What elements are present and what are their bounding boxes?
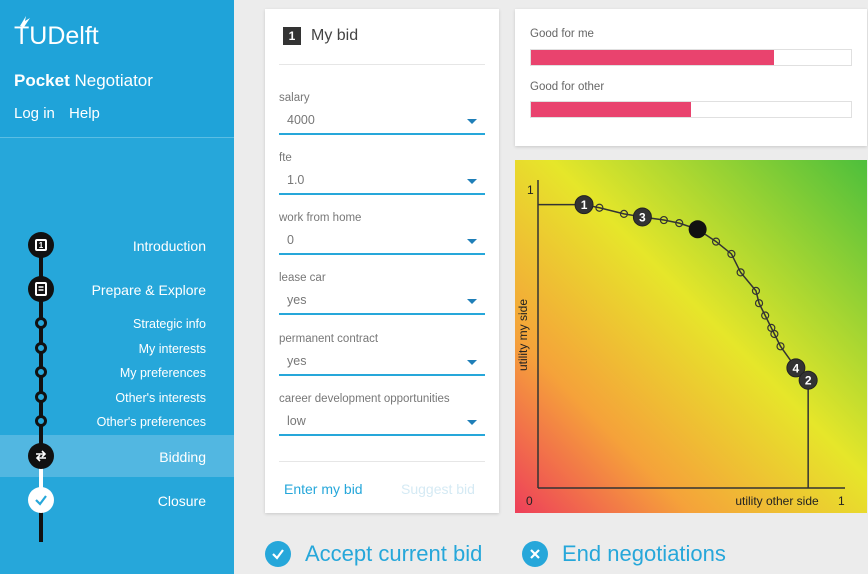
fte-select[interactable]: 1.0	[279, 173, 485, 195]
utility-panel: Good for me Good for other	[515, 9, 867, 146]
good-for-other-bar	[530, 101, 852, 118]
bid-number-badge: 1	[283, 27, 301, 45]
field-label: salary	[279, 92, 310, 104]
introduction-node-icon: 1	[28, 232, 54, 258]
substep-node-icon	[35, 415, 47, 427]
sidebar-item-prepare[interactable]: Prepare & Explore	[92, 282, 206, 298]
substep-node-icon	[35, 391, 47, 403]
chart-background	[515, 160, 867, 513]
bid-marker-label: 1	[581, 198, 588, 212]
good-for-me-bar	[530, 49, 852, 66]
dropdown-caret-icon	[467, 119, 477, 124]
substep-node-icon	[35, 366, 47, 378]
close-circle-icon	[522, 541, 548, 567]
sidebar-header: TUDelft Pocket Negotiator Log in Help	[0, 0, 234, 138]
y-axis-label: utility my side	[516, 299, 530, 371]
salary-select[interactable]: 4000	[279, 113, 485, 135]
career-development-select[interactable]: low	[279, 414, 485, 436]
career-development-field: career development opportunities low	[279, 393, 485, 436]
lease-car-field: lease car yes	[279, 272, 485, 315]
work-from-home-select[interactable]: 0	[279, 233, 485, 255]
lease-car-select[interactable]: yes	[279, 293, 485, 315]
substep-node-icon	[35, 342, 47, 354]
x-axis-label: utility other side	[735, 494, 819, 508]
permanent-contract-select[interactable]: yes	[279, 354, 485, 376]
help-link[interactable]: Help	[69, 105, 100, 122]
auth-links: Log in Help	[14, 105, 110, 122]
bid-marker-label: 2	[805, 374, 812, 388]
utility-chart-svg: 1 0 1 utility other side utility my side…	[515, 160, 867, 513]
suggest-bid-button[interactable]: Suggest bid	[401, 481, 475, 497]
field-label: career development opportunities	[279, 393, 450, 405]
check-node-icon	[28, 487, 54, 513]
bid-marker-label: 3	[639, 210, 646, 224]
my-bid-panel: 1 My bid salary 4000 fte 1.0 work from h…	[265, 9, 499, 513]
work-from-home-field: work from home 0	[279, 212, 485, 255]
good-for-me-fill	[531, 50, 775, 65]
app-title: Pocket Negotiator	[14, 71, 153, 90]
end-negotiations-button[interactable]: End negotiations	[522, 541, 726, 567]
sidebar: TUDelft Pocket Negotiator Log in Help 1 …	[0, 0, 234, 574]
enter-bid-button[interactable]: Enter my bid	[284, 481, 363, 497]
accept-bid-button[interactable]: Accept current bid	[265, 541, 482, 567]
bid-header: 1 My bid	[283, 27, 358, 45]
y-tick-max: 1	[527, 183, 534, 197]
sidebar-item-closure[interactable]: Closure	[158, 493, 206, 509]
permanent-contract-field: permanent contract yes	[279, 333, 485, 376]
bid-marker-label: 4	[793, 361, 800, 375]
check-circle-icon	[265, 541, 291, 567]
swap-node-icon	[28, 443, 54, 469]
salary-field: salary 4000	[279, 92, 485, 135]
end-negotiations-label: End negotiations	[562, 541, 726, 566]
divider	[279, 461, 485, 462]
dropdown-caret-icon	[467, 420, 477, 425]
sidebar-item-others-preferences[interactable]: Other's preferences	[97, 415, 206, 429]
fte-field: fte 1.0	[279, 152, 485, 195]
dropdown-caret-icon	[467, 299, 477, 304]
substep-node-icon	[35, 317, 47, 329]
step-nav: 1 Introduction Prepare & Explore Strateg…	[0, 138, 234, 574]
good-for-other-fill	[531, 102, 691, 117]
sidebar-item-my-preferences[interactable]: My preferences	[120, 366, 206, 380]
document-node-icon	[28, 276, 54, 302]
field-label: fte	[279, 152, 292, 164]
dropdown-caret-icon	[467, 360, 477, 365]
accept-bid-label: Accept current bid	[305, 541, 483, 566]
sidebar-item-introduction[interactable]: Introduction	[133, 238, 206, 254]
x-tick-max: 1	[838, 494, 845, 508]
dropdown-caret-icon	[467, 179, 477, 184]
login-link[interactable]: Log in	[14, 105, 55, 122]
dropdown-caret-icon	[467, 239, 477, 244]
bid-title: My bid	[311, 27, 359, 44]
sidebar-item-bidding[interactable]: Bidding	[159, 449, 206, 465]
utility-chart[interactable]: 1 0 1 utility other side utility my side…	[515, 160, 867, 513]
divider	[279, 64, 485, 65]
x-tick-min: 0	[526, 494, 533, 508]
tudelft-logo: TUDelft	[14, 22, 99, 50]
good-for-other-label: Good for other	[530, 81, 605, 93]
sidebar-item-my-interests[interactable]: My interests	[139, 342, 206, 356]
field-label: lease car	[279, 272, 326, 284]
field-label: work from home	[279, 212, 362, 224]
good-for-me-label: Good for me	[530, 28, 594, 40]
field-label: permanent contract	[279, 333, 379, 345]
current-bid-marker[interactable]	[688, 220, 707, 239]
sidebar-item-strategic-info[interactable]: Strategic info	[133, 317, 206, 331]
sidebar-item-others-interests[interactable]: Other's interests	[115, 391, 206, 405]
